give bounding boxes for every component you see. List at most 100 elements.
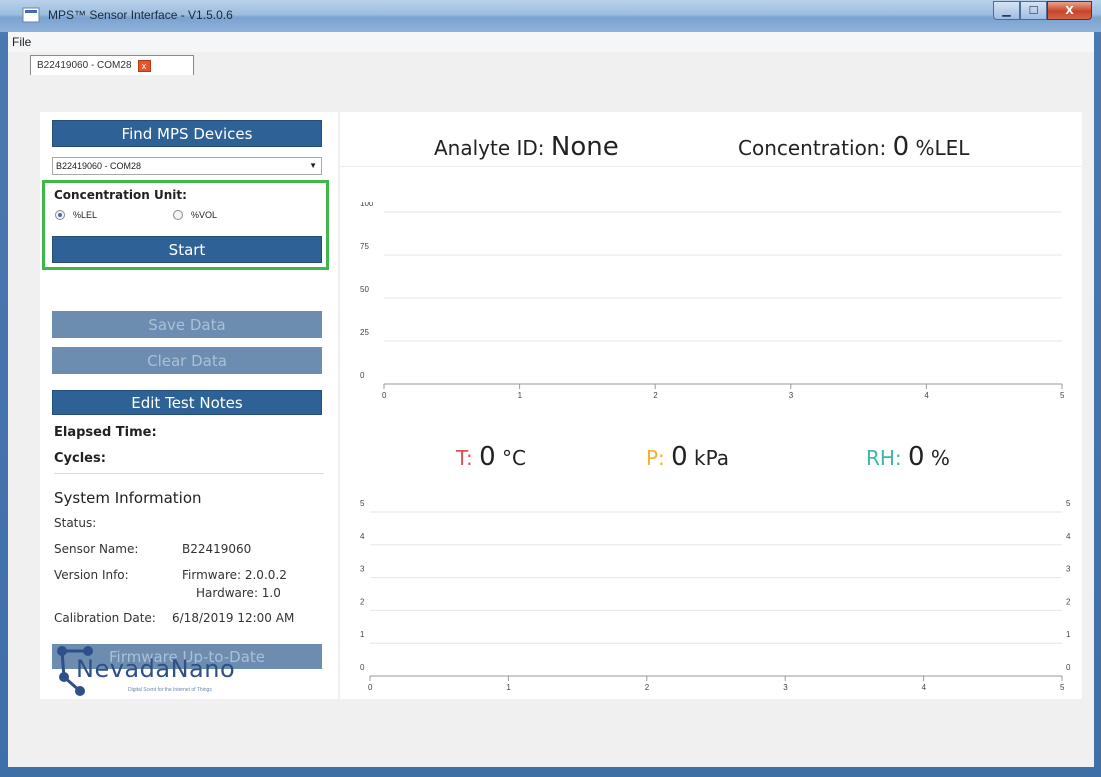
menu-bar: File [8, 32, 1094, 52]
tab-label: B22419060 - COM28 [37, 60, 132, 71]
y-tick-label: 3 [360, 565, 365, 574]
radio-vol[interactable]: %VOL [173, 210, 217, 220]
x-tick-label: 5 [1060, 391, 1065, 400]
nevadanano-logo: NevadaNano Digital Scent for the Interne… [54, 643, 304, 699]
x-tick-label: 1 [518, 391, 523, 400]
pressure-unit: kPa [687, 446, 730, 470]
temperature-unit: °C [495, 446, 526, 470]
concentration-label: Concentration: [738, 136, 893, 160]
concentration-chart: 0 25 50 75 100 0 1 2 3 4 5 [360, 202, 1065, 400]
analyte-label: Analyte ID: [434, 136, 551, 160]
x-tick-label: 3 [789, 391, 794, 400]
menu-file[interactable]: File [12, 35, 31, 49]
humidity-unit: % [924, 446, 950, 470]
y-tick-label: 50 [360, 285, 369, 294]
sensor-name-label: Sensor Name: [54, 542, 139, 556]
y2-tick-label: 3 [1066, 565, 1071, 574]
radio-lel[interactable]: %LEL [55, 210, 97, 220]
analyte-value: None [550, 132, 619, 162]
concentration-unit-label: Concentration Unit: [54, 188, 187, 202]
app-window: MPS™ Sensor Interface - V1.5.0.6 ▁ ☐ X F… [0, 0, 1101, 777]
concentration-readout: Concentration: 0 %LEL [738, 132, 969, 162]
panel-divider [340, 166, 1082, 167]
y-tick-label: 0 [360, 663, 365, 672]
elapsed-time-label: Elapsed Time: [54, 425, 157, 440]
radio-lel-label: %LEL [73, 210, 98, 220]
x-tick-label: 1 [506, 683, 511, 692]
y2-tick-label: 4 [1066, 532, 1071, 541]
concentration-unit: %LEL [909, 136, 970, 160]
y-tick-label: 5 [360, 499, 365, 508]
environment-chart: 0 1 2 3 4 5 0 1 2 3 4 5 0 1 2 3 4 5 [360, 499, 1071, 692]
x-tick-label: 4 [922, 683, 927, 692]
temperature-readout: T: 0 °C [456, 442, 526, 472]
logo-tagline: Digital Scent for the Internet of Things [128, 687, 212, 693]
concentration-unit-group: Concentration Unit: %LEL %VOL Start [42, 180, 329, 270]
cycles-label: Cycles: [54, 451, 106, 466]
start-button[interactable]: Start [52, 236, 322, 263]
x-tick-label: 3 [783, 683, 788, 692]
save-data-button[interactable]: Save Data [52, 311, 322, 338]
tab-strip: B22419060 - COM28 x [8, 52, 1094, 92]
x-tick-label: 5 [1060, 683, 1065, 692]
pressure-label: P: [646, 446, 672, 470]
y2-tick-label: 5 [1066, 499, 1071, 508]
status-label: Status: [54, 516, 97, 530]
y-tick-label: 2 [360, 597, 365, 606]
humidity-readout: RH: 0 % [866, 442, 950, 472]
window-title: MPS™ Sensor Interface - V1.5.0.6 [48, 8, 233, 22]
client-area: File B22419060 - COM28 x Find MPS Device… [8, 32, 1094, 767]
hardware-version-value: Hardware: 1.0 [196, 586, 281, 600]
x-tick-label: 0 [368, 683, 373, 692]
logo-wordmark: NevadaNano [76, 655, 236, 683]
pressure-value: 0 [671, 442, 688, 472]
system-info-title: System Information [54, 489, 202, 507]
radio-vol-label: %VOL [191, 210, 218, 220]
chevron-down-icon: ▼ [309, 161, 317, 170]
window-controls: ▁ ☐ X [993, 1, 1092, 21]
humidity-value: 0 [908, 442, 925, 472]
pressure-readout: P: 0 kPa [646, 442, 729, 472]
concentration-value: 0 [892, 132, 910, 162]
y2-tick-label: 1 [1066, 630, 1071, 639]
y-tick-label: 25 [360, 328, 369, 337]
x-tick-label: 4 [924, 391, 929, 400]
environment-chart-panel: T: 0 °C P: 0 kPa RH: 0 % 0 1 2 3 4 5 0 1 2 3 4 5 0 1 2… [340, 422, 1082, 699]
y2-tick-label: 2 [1066, 597, 1071, 606]
device-select-value: B22419060 - COM28 [56, 161, 142, 171]
find-devices-button[interactable]: Find MPS Devices [52, 120, 322, 147]
x-tick-label: 2 [653, 391, 658, 400]
y-tick-label: 0 [360, 371, 365, 380]
control-panel: Find MPS Devices B22419060 - COM28 ▼ Con… [40, 112, 338, 699]
tab-close-icon[interactable]: x [137, 59, 151, 72]
tab-device[interactable]: B22419060 - COM28 x [30, 55, 194, 75]
y-tick-label: 100 [360, 202, 374, 208]
y-tick-label: 75 [360, 242, 369, 251]
clear-data-button[interactable]: Clear Data [52, 347, 322, 374]
close-button[interactable]: X [1047, 1, 1092, 20]
x-tick-label: 2 [645, 683, 650, 692]
minimize-button[interactable]: ▁ [993, 1, 1020, 20]
divider [54, 473, 324, 474]
y-tick-label: 1 [360, 630, 365, 639]
firmware-version-value: Firmware: 2.0.0.2 [182, 568, 287, 582]
maximize-button[interactable]: ☐ [1020, 1, 1047, 20]
temperature-value: 0 [479, 442, 496, 472]
version-info-label: Version Info: [54, 568, 129, 582]
calibration-date-value: 6/18/2019 12:00 AM [172, 611, 295, 625]
x-tick-label: 0 [382, 391, 387, 400]
edit-test-notes-button[interactable]: Edit Test Notes [52, 390, 322, 415]
calibration-date-label: Calibration Date: [54, 611, 156, 625]
humidity-label: RH: [866, 446, 909, 470]
temperature-label: T: [456, 446, 480, 470]
sensor-name-value: B22419060 [182, 542, 252, 556]
radio-lel-indicator[interactable] [55, 210, 65, 220]
title-bar[interactable]: MPS™ Sensor Interface - V1.5.0.6 ▁ ☐ X [0, 0, 1101, 32]
radio-vol-indicator[interactable] [173, 210, 183, 220]
concentration-chart-panel: Analyte ID: None Concentration: 0 %LEL 0… [340, 112, 1082, 442]
device-select[interactable]: B22419060 - COM28 ▼ [52, 157, 322, 175]
y2-tick-label: 0 [1066, 663, 1071, 672]
analyte-readout: Analyte ID: None [434, 132, 619, 162]
y-tick-label: 4 [360, 532, 365, 541]
app-icon [22, 7, 40, 23]
